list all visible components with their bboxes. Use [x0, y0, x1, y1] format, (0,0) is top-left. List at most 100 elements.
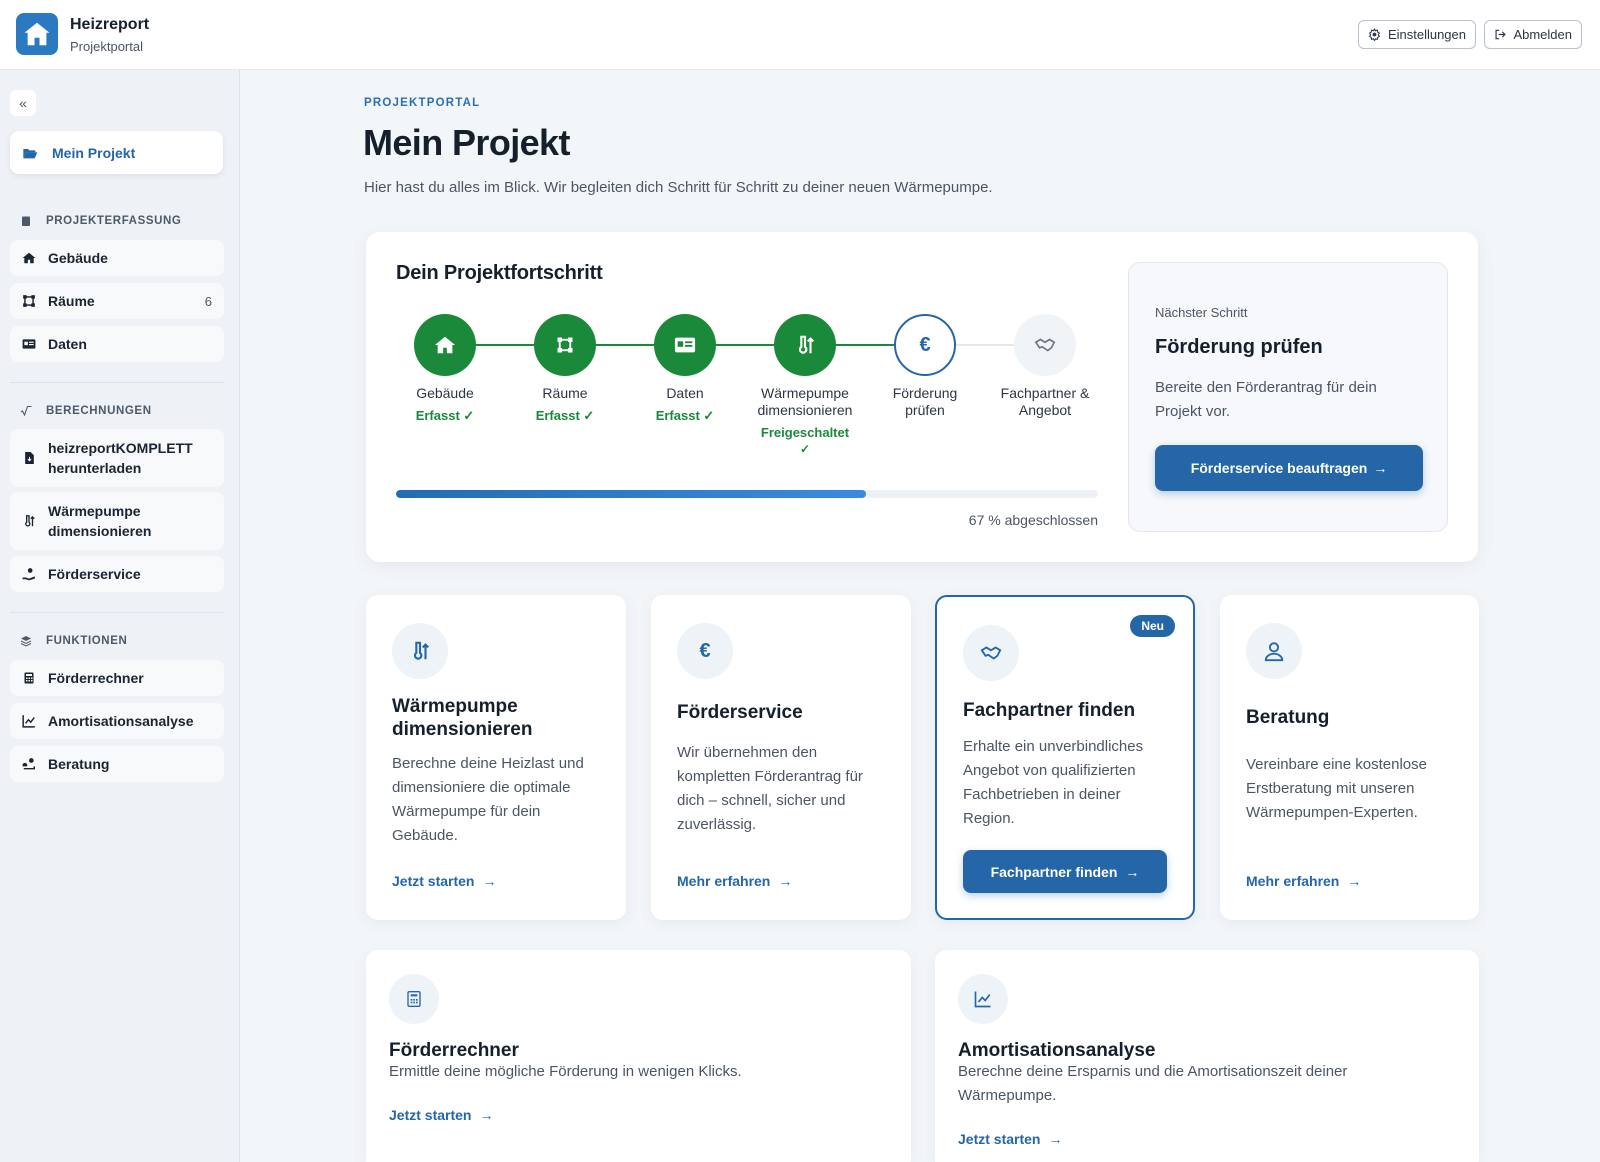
- step-label: Förderung prüfen: [892, 385, 958, 418]
- sidebar-item-label: Wärmepumpe dimensionieren: [48, 503, 152, 539]
- arrow-right-icon: →: [1373, 460, 1388, 476]
- card-foerderservice[interactable]: € Förderservice Wir übernehmen den kompl…: [651, 595, 911, 920]
- chart-line-icon: [958, 974, 1008, 1024]
- home-icon: [414, 314, 476, 376]
- file-download-icon: [22, 451, 36, 465]
- next-step-panel: Nächster Schritt Förderung prüfen Bereit…: [1128, 262, 1448, 532]
- card-amortisationsanalyse[interactable]: Amortisationsanalyse Berechne deine Ersp…: [935, 950, 1479, 1162]
- step-status: Erfasst ✓: [415, 408, 475, 423]
- mehr-erfahren-link[interactable]: Mehr erfahren →: [677, 873, 792, 889]
- step-daten[interactable]: Daten Erfasst ✓: [625, 314, 745, 424]
- card-description: Erhalte ein unverbindliches Angebot von …: [963, 738, 1144, 827]
- check-icon: ✓: [799, 442, 811, 456]
- sidebar-item-label: heizreportKOMPLETT herunterladen: [48, 440, 193, 476]
- button-label: Förderservice beauftragen: [1190, 460, 1368, 476]
- card-description: Ermittle deine mögliche Förderung in wen…: [389, 1063, 742, 1080]
- link-label: Jetzt starten: [389, 1107, 472, 1123]
- step-fachpartner[interactable]: Fachpartner & Angebot: [985, 314, 1105, 419]
- section-title: PROJEKTERFASSUNG: [46, 215, 182, 227]
- arrow-right-icon: →: [1125, 863, 1140, 880]
- button-label: Fachpartner finden: [990, 863, 1118, 880]
- sidebar-item-daten[interactable]: Daten: [10, 326, 224, 362]
- new-badge: Neu: [1130, 615, 1175, 637]
- user-icon: [1246, 623, 1302, 679]
- card-beratung[interactable]: Beratung Vereinbare eine kostenlose Erst…: [1220, 595, 1479, 920]
- euro-icon: €: [894, 314, 956, 376]
- sidebar-item-label: Mein Projekt: [52, 144, 136, 161]
- section-head-funktionen: FUNKTIONEN: [20, 635, 127, 647]
- sidebar-item-gebaeude[interactable]: Gebäude: [10, 240, 224, 276]
- card-title: Förderrechner: [389, 1040, 519, 1061]
- card-title: Wärmepumpe dimensionieren: [392, 696, 533, 740]
- gear-icon: [1368, 28, 1381, 41]
- next-step-title: Förderung prüfen: [1155, 336, 1323, 358]
- step-status: Erfasst ✓: [535, 408, 595, 423]
- page-subtitle: Hier hast du alles im Blick. Wir begleit…: [364, 179, 993, 196]
- next-step-description: Bereite den Förderantrag für dein Projek…: [1155, 379, 1377, 420]
- id-card-icon: [22, 337, 36, 351]
- clipboard-icon: [22, 216, 30, 226]
- step-raeume[interactable]: Räume Erfasst ✓: [505, 314, 625, 424]
- sidebar-item-foerderservice[interactable]: Förderservice: [10, 556, 224, 592]
- sidebar-item-waermepumpe[interactable]: Wärmepumpe dimensionieren: [10, 492, 224, 550]
- step-waermepumpe[interactable]: Wärmepumpe dimensionieren Freigeschaltet…: [745, 314, 865, 457]
- handshake-icon: [1014, 314, 1076, 376]
- step-foerderung[interactable]: € Förderung prüfen: [865, 314, 985, 419]
- fachpartner-finden-button[interactable]: Fachpartner finden →: [963, 850, 1167, 893]
- card-description: Wir übernehmen den kompletten Förderantr…: [677, 744, 863, 833]
- logout-button[interactable]: Abmelden: [1484, 20, 1582, 49]
- room-icon: [534, 314, 596, 376]
- arrow-right-icon: →: [1048, 1131, 1063, 1147]
- sidebar-item-label: Amortisationsanalyse: [48, 713, 194, 729]
- home-icon: [22, 251, 36, 265]
- foerderservice-beauftragen-button[interactable]: Förderservice beauftragen →: [1155, 445, 1423, 491]
- card-waermepumpe[interactable]: Wärmepumpe dimensionieren Berechne deine…: [366, 595, 626, 920]
- sidebar: « Mein Projekt PROJEKTERFASSUNG Gebäude …: [0, 70, 240, 1162]
- sidebar-item-label: Beratung: [48, 756, 110, 772]
- double-chevron-left-icon: «: [19, 95, 27, 111]
- jetzt-starten-link[interactable]: Jetzt starten →: [958, 1131, 1062, 1147]
- heat-pump-icon: [22, 514, 36, 528]
- sidebar-item-label: Daten: [48, 336, 87, 352]
- page-title: Mein Projekt: [363, 122, 570, 163]
- card-title: Förderservice: [677, 702, 803, 723]
- consulting-icon: [22, 757, 36, 771]
- collapse-sidebar-button[interactable]: «: [10, 90, 36, 116]
- step-status: Freigeschaltet: [760, 425, 850, 440]
- sidebar-item-label: Förderservice: [48, 566, 141, 582]
- step-status: Erfasst ✓: [655, 408, 715, 423]
- mehr-erfahren-link[interactable]: Mehr erfahren →: [1246, 873, 1361, 889]
- sidebar-item-foerderrechner[interactable]: Förderrechner: [10, 660, 224, 696]
- logout-label: Abmelden: [1513, 27, 1572, 42]
- sidebar-item-label: Gebäude: [48, 250, 108, 266]
- brand-title: Heizreport: [70, 16, 150, 33]
- card-description: Vereinbare eine kostenlose Erstberatung …: [1246, 756, 1427, 821]
- settings-button[interactable]: Einstellungen: [1358, 20, 1476, 49]
- step-gebaeude[interactable]: Gebäude Erfasst ✓: [385, 314, 505, 424]
- arrow-right-icon: →: [1347, 873, 1362, 889]
- arrow-right-icon: →: [778, 873, 793, 889]
- count-badge: 6: [204, 293, 212, 309]
- progress-card: Dein Projektfortschritt Gebäude Erfasst …: [366, 232, 1478, 562]
- jetzt-starten-link[interactable]: Jetzt starten →: [389, 1107, 493, 1123]
- sidebar-item-raeume[interactable]: Räume 6: [10, 283, 224, 319]
- app-logo-icon[interactable]: [16, 13, 58, 55]
- link-label: Mehr erfahren: [1246, 873, 1340, 889]
- sidebar-item-beratung[interactable]: Beratung: [10, 746, 224, 782]
- progress-bar-fill: [396, 490, 867, 498]
- link-label: Jetzt starten: [392, 873, 475, 889]
- euro-icon: €: [677, 623, 733, 679]
- progress-percent: 67 % abgeschlossen: [968, 512, 1098, 528]
- card-title: Amortisationsanalyse: [958, 1040, 1156, 1061]
- link-label: Jetzt starten: [958, 1131, 1041, 1147]
- sidebar-item-heizreport-komplett[interactable]: heizreportKOMPLETT herunterladen: [10, 429, 224, 487]
- divider: [10, 382, 224, 383]
- sidebar-item-amortisationsanalyse[interactable]: Amortisationsanalyse: [10, 703, 224, 739]
- sidebar-item-label: Räume: [48, 293, 95, 309]
- folder-open-icon: [23, 148, 38, 158]
- card-foerderrechner[interactable]: Förderrechner Ermittle deine mögliche Fö…: [366, 950, 911, 1162]
- sidebar-item-mein-projekt[interactable]: Mein Projekt: [10, 131, 223, 174]
- arrow-right-icon: →: [482, 873, 497, 889]
- card-fachpartner[interactable]: Neu Fachpartner finden Erhalte ein unver…: [935, 595, 1195, 920]
- jetzt-starten-link[interactable]: Jetzt starten →: [392, 873, 496, 889]
